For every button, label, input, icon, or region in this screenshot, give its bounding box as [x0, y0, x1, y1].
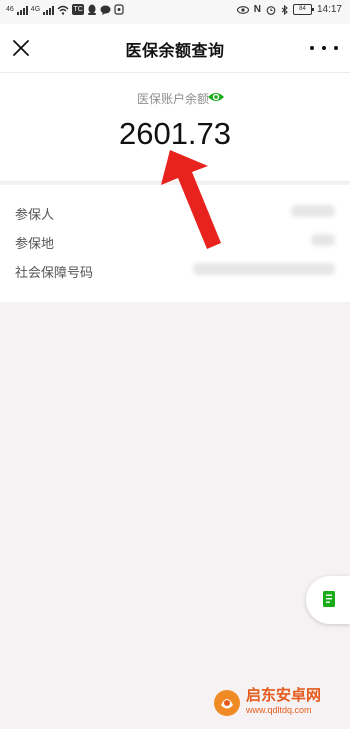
watermark-title: 启东安卓网 — [246, 687, 322, 704]
signal-icon-2 — [43, 5, 55, 15]
nav-bar: 医保余额查询 — [0, 24, 350, 72]
eye-protection-icon — [236, 5, 249, 14]
more-dot-icon — [322, 46, 326, 50]
sim1-indicator: 46 — [6, 6, 14, 13]
site-watermark: 启东安卓网 www.qdltdq.com — [212, 683, 344, 723]
more-dot-icon — [310, 46, 314, 50]
balance-label-wrap: 医保账户余额 — [0, 90, 350, 107]
watermark-logo-icon — [214, 690, 240, 716]
insured-person-label: 参保人 — [15, 207, 55, 222]
wifi-icon — [57, 5, 69, 15]
eye-visibility-icon[interactable] — [207, 90, 225, 104]
status-bar: 46 4G TC N 84 14:17 — [0, 0, 350, 24]
status-left: 46 4G TC — [6, 4, 124, 15]
balance-label: 医保账户余额 — [136, 92, 209, 106]
social-security-number-value-redacted — [193, 263, 335, 275]
bluetooth-icon — [281, 4, 288, 15]
battery-icon: 84 — [292, 4, 314, 15]
chat-icon — [100, 5, 111, 15]
signal-icon — [16, 5, 28, 15]
red-arrow-annotation — [161, 150, 221, 249]
insured-location-value-redacted — [311, 234, 335, 246]
alarm-icon — [266, 5, 276, 15]
app-notification-icon: TC — [72, 4, 85, 15]
more-menu-button[interactable] — [310, 42, 338, 54]
sim2-indicator: 4G — [30, 6, 41, 13]
floating-document-button[interactable] — [306, 576, 350, 624]
watermark-url: www.qdltdq.com — [246, 705, 312, 715]
status-time: 14:17 — [316, 4, 342, 15]
document-icon — [323, 591, 335, 607]
app-icon — [114, 4, 124, 15]
status-right: N 84 14:17 — [236, 4, 342, 15]
more-dot-icon — [334, 46, 338, 50]
insured-location-label: 参保地 — [15, 236, 55, 251]
social-security-number-row: 社会保障号码 — [15, 258, 335, 282]
page-title: 医保余额查询 — [125, 43, 225, 60]
qq-icon — [88, 4, 97, 15]
nfc-icon: N — [253, 4, 261, 15]
social-security-number-label: 社会保障号码 — [15, 265, 94, 280]
insured-person-value-redacted — [291, 205, 335, 217]
